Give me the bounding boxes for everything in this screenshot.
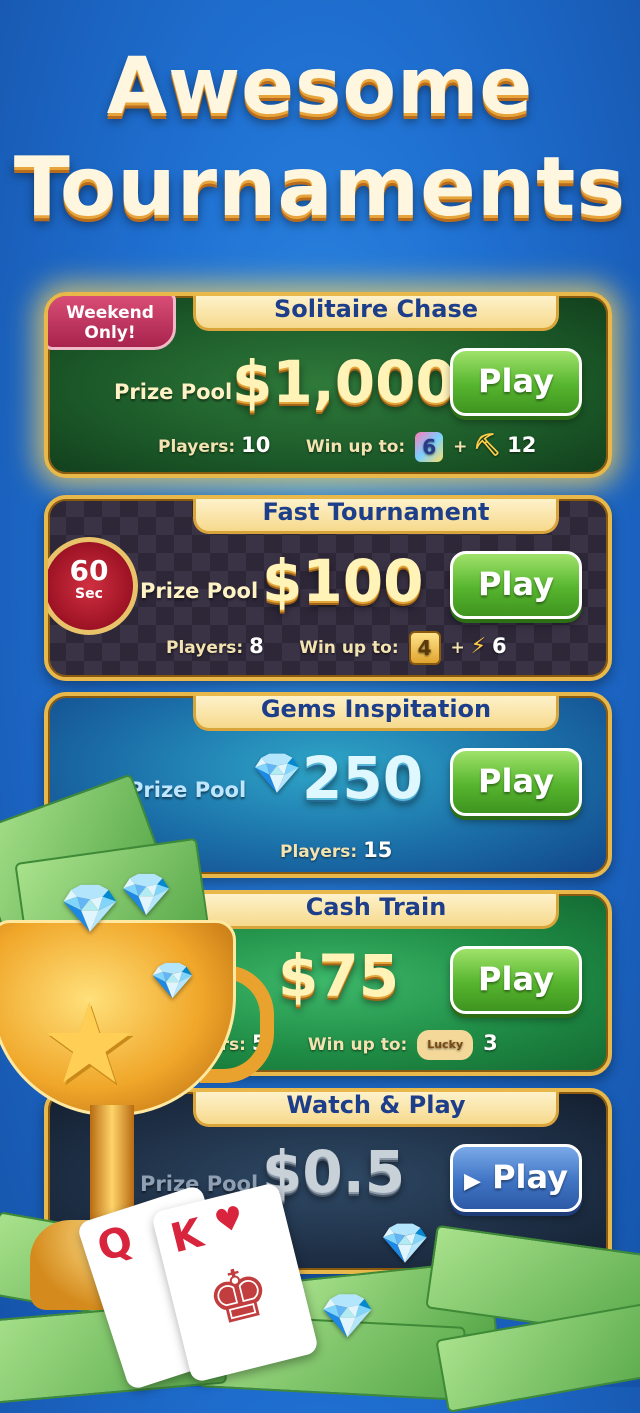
- watch-play-button[interactable]: ▶ Play: [450, 1144, 582, 1212]
- players-label: Players:: [158, 437, 236, 457]
- stats-row: Players: 8 Win up to: 4 + ⚡ 6: [166, 631, 507, 665]
- tournament-title: Fast Tournament: [193, 499, 559, 534]
- timer-unit: Sec: [75, 586, 103, 602]
- card-reward-icon: 6: [415, 432, 444, 462]
- video-icon: ▶: [464, 1169, 481, 1194]
- stopwatch-icon: 60 Sec: [48, 537, 138, 635]
- reward-count: 6: [492, 634, 507, 658]
- play-button[interactable]: Play: [450, 946, 582, 1014]
- star-icon: ★: [40, 980, 139, 1108]
- play-label: Play: [492, 1158, 568, 1196]
- prize-amount: 250: [302, 744, 424, 812]
- play-button[interactable]: Play: [450, 748, 582, 816]
- players-label: Players:: [166, 638, 244, 658]
- win-label: Win up to:: [307, 1035, 408, 1055]
- weekend-badge: Weekend Only!: [48, 296, 176, 350]
- stats-row: Players: 15: [280, 838, 392, 862]
- win-label: Win up to:: [299, 638, 399, 658]
- headline-line-1: Awesome: [106, 42, 534, 132]
- lightning-icon: ⚡: [470, 634, 487, 659]
- shovel-icon: ⛏: [473, 433, 502, 458]
- tournament-card-fast-tournament[interactable]: Fast Tournament 60 Sec Prize Pool $100 P…: [44, 495, 612, 681]
- prize-pool-label: Prize Pool: [140, 579, 259, 603]
- players-count: 10: [241, 433, 271, 457]
- king-icon: ♚: [198, 1248, 280, 1343]
- prize-amount: $100: [262, 547, 424, 615]
- prize-pool-label: Prize Pool: [114, 380, 233, 404]
- gem-icon: 💎: [120, 870, 173, 919]
- players-count: 8: [249, 634, 264, 658]
- timer-value: 60: [69, 554, 109, 587]
- card-reward-icon: 4: [408, 631, 441, 665]
- prize-amount: $75: [278, 942, 400, 1010]
- prize-pool-label: Prize Pool: [128, 778, 247, 802]
- play-button[interactable]: Play: [450, 348, 582, 416]
- headline-line-2: Tournaments: [13, 140, 627, 235]
- gem-icon: 💎: [320, 1291, 375, 1342]
- prize-amount: $0.5: [262, 1138, 406, 1206]
- reward-count: 12: [507, 433, 537, 457]
- tournament-title: Cash Train: [193, 894, 559, 929]
- play-button[interactable]: Play: [450, 551, 582, 619]
- tournament-card-solitaire-chase[interactable]: Solitaire Chase Weekend Only! Prize Pool…: [44, 292, 612, 478]
- stats-row: Players: 10 Win up to: 6 + ⛏ 12: [158, 432, 536, 462]
- gem-icon: 💎: [252, 751, 302, 797]
- players-count: 15: [363, 838, 393, 862]
- reward-count: 3: [483, 1031, 498, 1055]
- gem-icon: 💎: [150, 961, 195, 1002]
- tournament-title: Gems Inspitation: [193, 696, 559, 731]
- players-label: Players:: [280, 842, 358, 862]
- gem-icon: 💎: [380, 1221, 430, 1267]
- win-label: Win up to:: [305, 437, 406, 457]
- lucky-bone-icon: Lucky: [417, 1030, 474, 1060]
- prize-amount: $1,000: [232, 348, 456, 416]
- tournament-title: Solitaire Chase: [193, 296, 559, 331]
- tournament-title: Watch & Play: [193, 1092, 559, 1127]
- gem-icon: 💎: [60, 881, 120, 937]
